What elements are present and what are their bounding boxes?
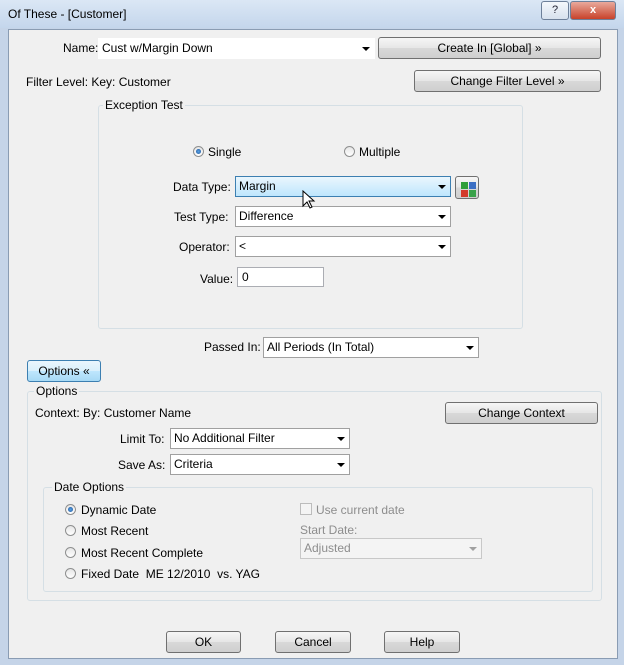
help-icon: ? bbox=[551, 4, 559, 16]
title-bar: Of These - [Customer] ? x bbox=[0, 0, 624, 28]
limit-to-select[interactable]: No Additional Filter bbox=[170, 428, 350, 449]
most-recent-label[interactable]: Most Recent bbox=[81, 524, 148, 538]
date-options-title: Date Options bbox=[52, 480, 127, 494]
limit-to-value: No Additional Filter bbox=[174, 431, 275, 445]
filter-level-text: Filter Level: Key: Customer bbox=[26, 75, 171, 89]
color-grid-icon bbox=[458, 179, 479, 200]
chevron-down-icon bbox=[438, 214, 446, 219]
data-type-picker-button[interactable] bbox=[455, 176, 479, 199]
data-type-value: Margin bbox=[239, 179, 276, 193]
change-filter-label: Change Filter Level » bbox=[450, 74, 565, 88]
operator-select[interactable]: < bbox=[235, 236, 451, 257]
passed-in-value: All Periods (In Total) bbox=[267, 340, 375, 354]
help-label: Help bbox=[409, 635, 435, 649]
name-label: Name: bbox=[63, 41, 99, 55]
start-date-select[interactable]: Adjusted bbox=[300, 538, 482, 559]
chevron-down-icon bbox=[466, 345, 474, 350]
most-recent-complete-radio[interactable] bbox=[65, 547, 76, 558]
help-button[interactable]: Help bbox=[384, 631, 460, 653]
options-toggle-button[interactable]: Options « bbox=[27, 360, 101, 382]
value-label: Value: bbox=[200, 272, 234, 286]
chevron-down-icon bbox=[438, 184, 446, 189]
operator-label: Operator: bbox=[179, 240, 230, 254]
dynamic-date-radio[interactable] bbox=[65, 504, 76, 515]
change-context-label: Change Context bbox=[478, 406, 565, 420]
data-type-select[interactable]: Margin bbox=[235, 176, 451, 197]
chevron-down-icon bbox=[337, 462, 345, 467]
ok-label: OK bbox=[194, 635, 213, 649]
value-text: 0 bbox=[242, 270, 249, 284]
multiple-radio[interactable] bbox=[344, 146, 355, 157]
passed-in-select[interactable]: All Periods (In Total) bbox=[263, 337, 479, 358]
options-title: Options bbox=[34, 384, 80, 398]
name-combobox[interactable]: Cust w/Margin Down bbox=[98, 38, 375, 59]
chevron-down-icon bbox=[469, 546, 477, 551]
exception-test-title: Exception Test bbox=[103, 98, 185, 112]
test-type-select[interactable]: Difference bbox=[235, 206, 451, 227]
chevron-down-icon bbox=[438, 244, 446, 249]
most-recent-complete-label[interactable]: Most Recent Complete bbox=[81, 546, 203, 560]
ok-button[interactable]: OK bbox=[166, 631, 241, 653]
passed-in-label: Passed In: bbox=[204, 340, 261, 354]
use-current-date-label[interactable]: Use current date bbox=[316, 503, 405, 517]
save-as-value: Criteria bbox=[174, 457, 213, 471]
create-in-button[interactable]: Create In [Global] » bbox=[378, 37, 601, 59]
mouse-cursor-icon bbox=[302, 190, 316, 209]
most-recent-radio[interactable] bbox=[65, 525, 76, 536]
change-filter-level-button[interactable]: Change Filter Level » bbox=[414, 70, 601, 92]
save-as-label: Save As: bbox=[118, 458, 166, 472]
window-title: Of These - [Customer] bbox=[8, 7, 127, 21]
single-label[interactable]: Single bbox=[208, 145, 241, 159]
close-button[interactable]: x bbox=[570, 1, 616, 20]
dynamic-date-label[interactable]: Dynamic Date bbox=[81, 503, 156, 517]
chevron-down-icon bbox=[337, 436, 345, 441]
multiple-label[interactable]: Multiple bbox=[359, 145, 400, 159]
chevron-down-icon bbox=[362, 46, 370, 51]
help-title-button[interactable]: ? bbox=[541, 1, 569, 20]
context-text: Context: By: Customer Name bbox=[35, 406, 192, 420]
cancel-label: Cancel bbox=[294, 635, 332, 649]
fixed-date-label[interactable]: Fixed Date ME 12/2010 vs. YAG bbox=[81, 567, 260, 581]
value-input[interactable]: 0 bbox=[237, 267, 324, 287]
create-in-label: Create In [Global] » bbox=[437, 41, 542, 55]
name-value: Cust w/Margin Down bbox=[102, 41, 213, 55]
data-type-label: Data Type: bbox=[173, 180, 231, 194]
close-icon: x bbox=[589, 4, 597, 16]
operator-value: < bbox=[239, 239, 247, 253]
change-context-button[interactable]: Change Context bbox=[445, 402, 598, 424]
save-as-select[interactable]: Criteria bbox=[170, 454, 350, 475]
test-type-value: Difference bbox=[239, 209, 294, 223]
single-radio[interactable] bbox=[193, 146, 204, 157]
use-current-date-checkbox[interactable] bbox=[300, 503, 312, 515]
fixed-date-radio[interactable] bbox=[65, 568, 76, 579]
cancel-button[interactable]: Cancel bbox=[275, 631, 351, 653]
options-toggle-label: Options « bbox=[38, 364, 90, 378]
dialog-body: Name: Cust w/Margin Down Create In [Glob… bbox=[8, 29, 618, 659]
limit-to-label: Limit To: bbox=[120, 432, 165, 446]
start-date-value: Adjusted bbox=[304, 541, 351, 555]
start-date-label: Start Date: bbox=[300, 523, 358, 537]
test-type-label: Test Type: bbox=[174, 210, 229, 224]
